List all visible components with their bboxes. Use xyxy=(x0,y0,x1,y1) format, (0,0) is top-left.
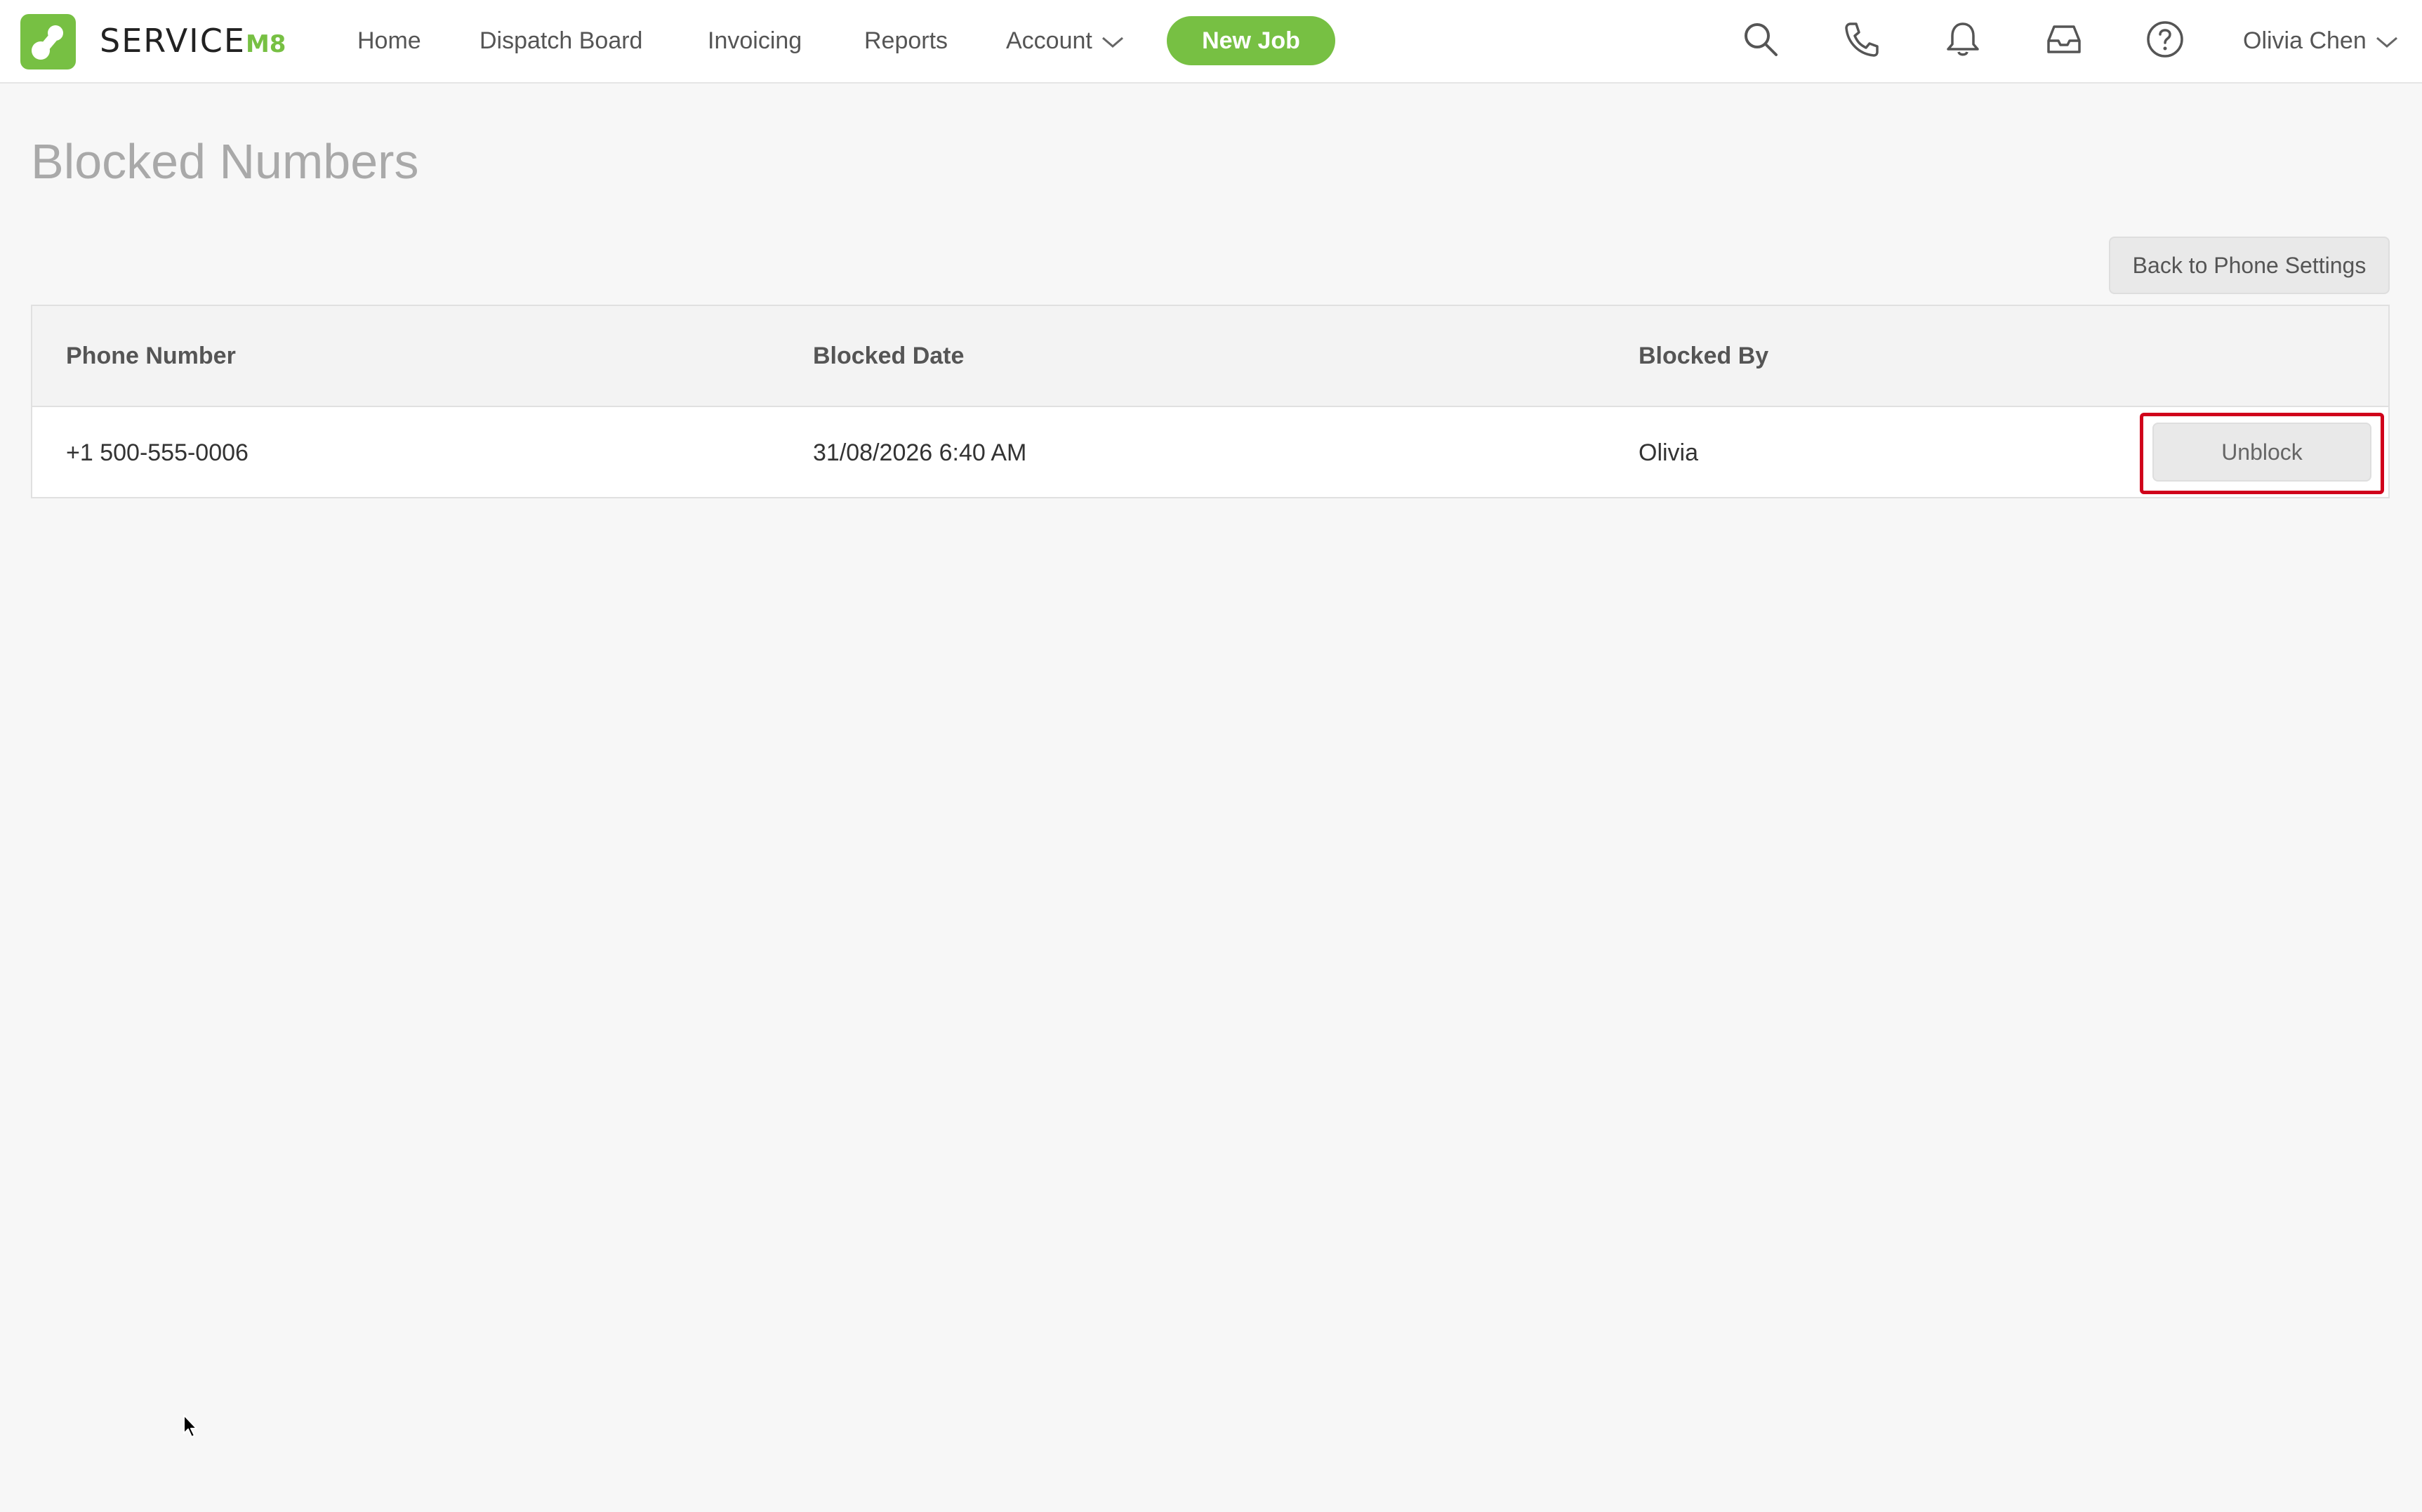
brand-suffix: M8 xyxy=(245,30,286,58)
page-title: Blocked Numbers xyxy=(31,134,419,189)
brand-word: SERVICE xyxy=(100,22,246,60)
servicem8-logo-text: SERVICEM8 xyxy=(100,20,286,62)
chevron-down-icon xyxy=(1101,37,1123,48)
user-name: Olivia Chen xyxy=(2243,27,2367,54)
nav-dispatch-board[interactable]: Dispatch Board xyxy=(479,21,642,60)
user-menu[interactable]: Olivia Chen xyxy=(2243,21,2399,60)
column-header-phone-number[interactable]: Phone Number xyxy=(66,306,236,406)
blocked-date-cell: 31/08/2026 6:40 AM xyxy=(813,439,1027,466)
back-to-phone-settings-button[interactable]: Back to Phone Settings xyxy=(2109,237,2390,294)
nav-account[interactable]: Account xyxy=(1006,21,1125,60)
nav-reports[interactable]: Reports xyxy=(864,21,948,60)
blocked-numbers-table: Phone Number Blocked Date Blocked By +1 … xyxy=(31,305,2390,498)
top-navigation-bar: SERVICEM8 Home Dispatch Board Invoicing … xyxy=(0,0,2422,84)
table-header: Phone Number Blocked Date Blocked By xyxy=(32,306,2388,407)
nav-home[interactable]: Home xyxy=(357,21,421,60)
bell-icon[interactable] xyxy=(1942,18,1984,60)
phone-number-cell: +1 500-555-0006 xyxy=(66,439,249,466)
chevron-down-icon xyxy=(2376,37,2397,48)
blocked-by-cell: Olivia xyxy=(1639,439,1699,466)
help-icon[interactable] xyxy=(2144,18,2186,60)
table-row: +1 500-555-0006 31/08/2026 6:40 AM Olivi… xyxy=(32,407,2388,498)
column-header-blocked-date[interactable]: Blocked Date xyxy=(813,306,964,406)
nav-invoicing[interactable]: Invoicing xyxy=(708,21,802,60)
unblock-button[interactable]: Unblock xyxy=(2152,423,2371,482)
mouse-cursor-icon xyxy=(183,1414,197,1438)
search-icon[interactable] xyxy=(1740,18,1782,60)
column-header-blocked-by[interactable]: Blocked By xyxy=(1639,306,1768,406)
new-job-button[interactable]: New Job xyxy=(1167,16,1335,65)
inbox-icon[interactable] xyxy=(2043,18,2085,60)
servicem8-logo-icon[interactable] xyxy=(20,14,76,69)
nav-account-label: Account xyxy=(1006,27,1092,54)
phone-icon[interactable] xyxy=(1841,18,1883,60)
